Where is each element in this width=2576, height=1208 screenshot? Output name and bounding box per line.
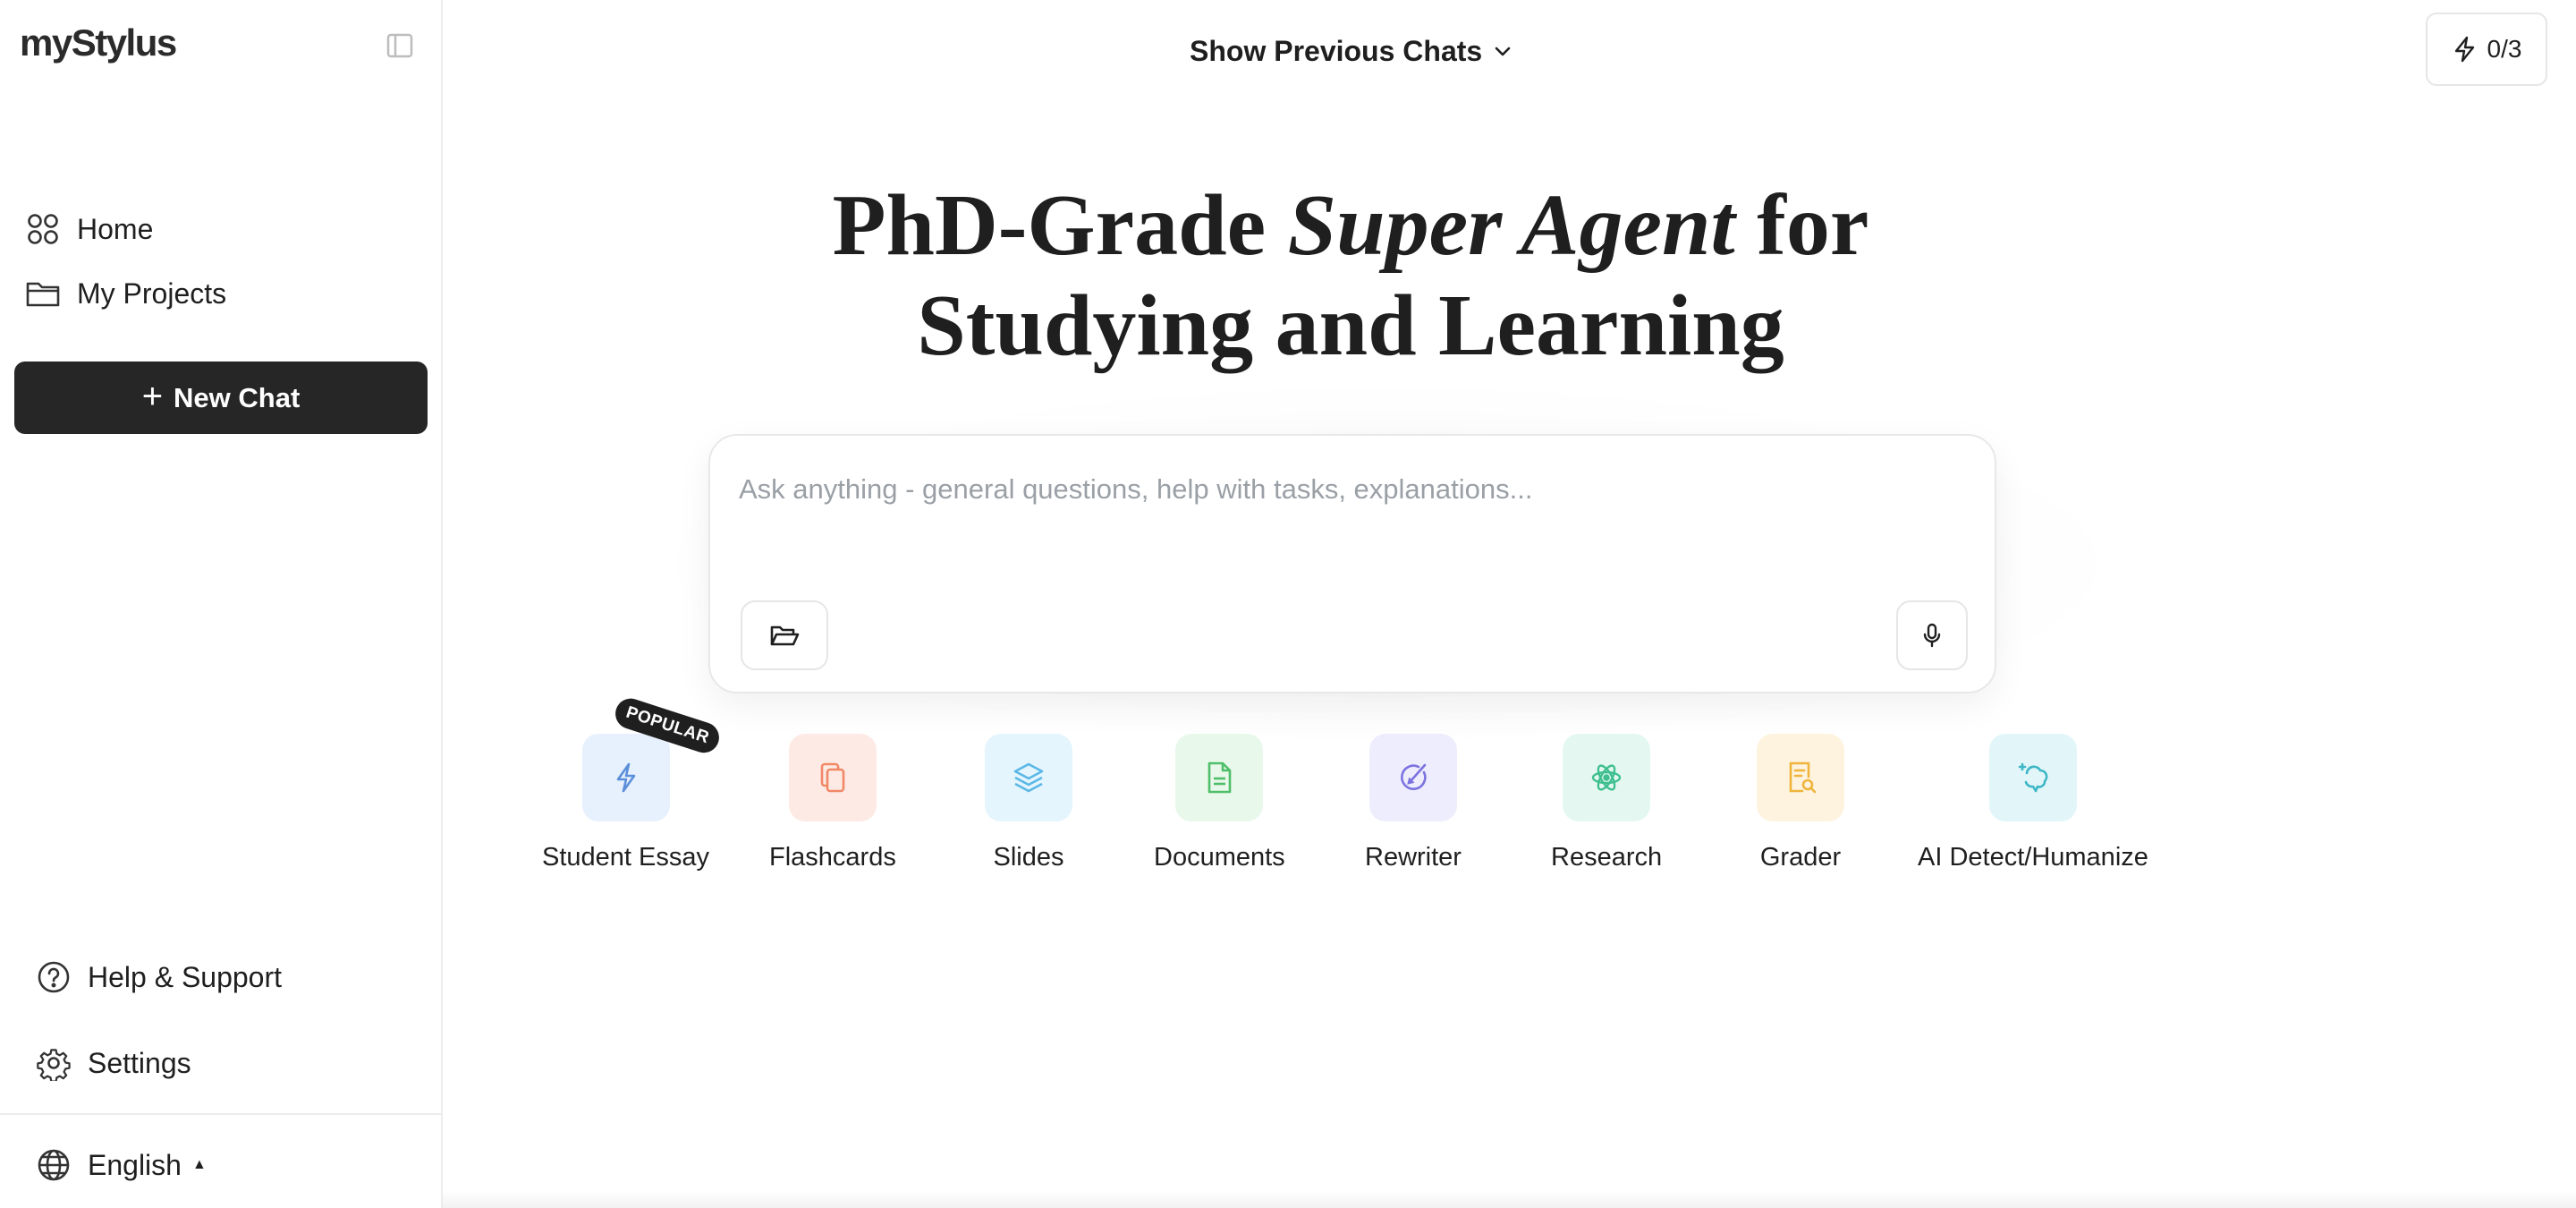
tool-label: Grader — [1759, 843, 1842, 872]
settings-label: Settings — [88, 1046, 191, 1079]
app-logo[interactable]: myStylus — [20, 21, 177, 64]
tool-shortcuts: Student Essay Flashcards Slides Document… — [0, 734, 2576, 877]
document-icon — [1208, 761, 1232, 794]
show-previous-chats-button[interactable]: Show Previous Chats — [1190, 29, 1513, 73]
hero-title-part2: for — [1734, 177, 1869, 274]
sidebar-item-my-projects[interactable]: My Projects — [25, 268, 226, 319]
rewrite-icon — [1401, 763, 1427, 790]
gear-icon — [37, 1049, 71, 1081]
atom-icon — [1591, 764, 1622, 791]
tile — [581, 734, 670, 821]
hero-title-part1: PhD-Grade — [832, 177, 1288, 274]
folder-icon — [26, 282, 60, 307]
sidebar-item-label: My Projects — [77, 276, 227, 310]
tool-research[interactable]: Research — [1551, 734, 1662, 872]
tile — [1757, 734, 1844, 821]
tile — [1368, 734, 1457, 821]
tool-documents[interactable]: Documents — [1154, 734, 1285, 872]
tile — [1175, 734, 1264, 821]
layers-icon — [1013, 762, 1044, 793]
tool-label: Student Essay — [542, 843, 709, 872]
question-circle-icon — [38, 961, 70, 993]
bolt-icon — [2454, 36, 2474, 63]
language-selector[interactable]: English ▲ — [36, 1140, 207, 1190]
tile — [1563, 734, 1651, 821]
tool-label: Rewriter — [1365, 843, 1462, 872]
new-chat-label: New Chat — [174, 381, 301, 413]
tool-grader[interactable]: Grader — [1757, 734, 1844, 872]
chat-input[interactable] — [739, 463, 1955, 516]
tool-slides[interactable]: Slides — [985, 734, 1072, 872]
bolt-icon — [616, 762, 635, 793]
sidebar-item-label: Home — [77, 212, 154, 245]
tile — [985, 734, 1072, 821]
cards-icon — [820, 762, 845, 793]
attach-file-button[interactable] — [741, 600, 828, 670]
hero-title-line2: Studying and Learning — [917, 277, 1784, 374]
tool-ai-detect-humanize[interactable]: AI Detect/Humanize — [1918, 734, 2148, 872]
chat-composer — [708, 434, 1996, 693]
tool-label: Slides — [993, 843, 1064, 872]
app-root: myStylus Home My Projects + New Chat Hel… — [0, 0, 2576, 1208]
tool-rewriter[interactable]: Rewriter — [1365, 734, 1462, 872]
settings-link[interactable]: Settings — [36, 1038, 191, 1088]
plus-icon: + — [141, 376, 164, 416]
help-label: Help & Support — [88, 960, 283, 993]
new-chat-button[interactable]: + New Chat — [14, 362, 428, 434]
tile — [1988, 734, 2077, 821]
folder-open-icon — [770, 625, 800, 646]
credits-indicator[interactable]: 0/3 — [2426, 13, 2547, 86]
bottom-fade — [443, 1190, 2576, 1208]
tile — [788, 734, 877, 821]
help-support-link[interactable]: Help & Support — [36, 952, 282, 1002]
sidebar-toggle-icon[interactable] — [385, 30, 415, 61]
tool-flashcards[interactable]: Flashcards — [769, 734, 896, 872]
previous-chats-label: Show Previous Chats — [1190, 34, 1483, 67]
credits-label: 0/3 — [2487, 35, 2522, 63]
sidebar-divider — [0, 1113, 443, 1115]
grade-doc-icon — [1789, 761, 1817, 794]
microphone-icon — [1923, 623, 1941, 648]
grid-icon — [28, 214, 58, 244]
language-label: English — [88, 1148, 182, 1181]
chevron-down-icon — [1495, 47, 1511, 56]
sidebar-item-home[interactable]: Home — [25, 204, 153, 254]
tool-label: Flashcards — [769, 843, 896, 872]
hero-title: PhD-Grade Super Agent for Studying and L… — [733, 175, 1968, 376]
hero-title-italic: Super Agent — [1287, 177, 1735, 274]
sidebar: myStylus Home My Projects + New Chat Hel… — [0, 0, 443, 1208]
tool-student-essay[interactable]: Student Essay — [542, 734, 709, 872]
tool-label: Research — [1551, 843, 1663, 872]
tool-label: AI Detect/Humanize — [1918, 843, 2148, 872]
tool-label: Documents — [1154, 843, 1285, 872]
microphone-button[interactable] — [1896, 600, 1968, 670]
caret-up-icon: ▲ — [191, 1157, 207, 1172]
globe-icon — [38, 1149, 70, 1181]
brain-icon — [2018, 762, 2048, 793]
